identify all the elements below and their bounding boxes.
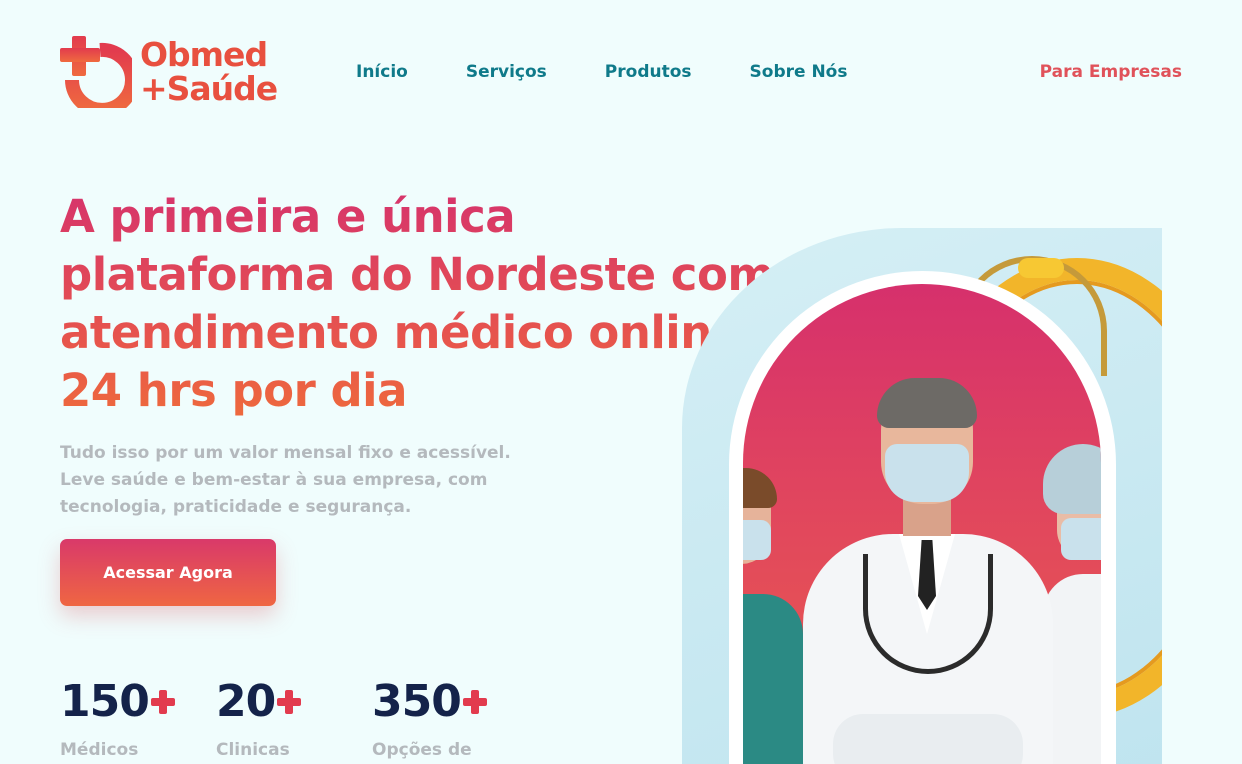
hero-subtitle: Tudo isso por um valor mensal fixo e ace… bbox=[60, 443, 511, 517]
stethoscope-earpiece bbox=[1018, 258, 1064, 278]
acessar-agora-button[interactable]: Acessar Agora bbox=[60, 539, 276, 606]
doctor-figure bbox=[803, 378, 1053, 764]
para-empresas-link[interactable]: Para Empresas bbox=[1040, 62, 1182, 82]
plus-icon bbox=[462, 690, 487, 714]
brand-name-line1: Obmed bbox=[140, 35, 268, 74]
stat-clinicas: 20 Clinicas bbox=[216, 676, 302, 760]
brand-logo[interactable]: Obmed +Saúde bbox=[60, 35, 278, 117]
stat-label: Opções de bbox=[372, 740, 472, 760]
nurse-left-figure bbox=[743, 468, 803, 764]
cross-logo-icon bbox=[60, 36, 139, 117]
stat-label: Clinicas bbox=[216, 740, 290, 760]
nav-item-sobre-nos[interactable]: Sobre Nós bbox=[750, 62, 848, 82]
stat-value: 150 bbox=[60, 676, 150, 727]
hero-title-line: A primeira e única bbox=[60, 190, 516, 243]
stat-label: Médicos bbox=[60, 740, 139, 760]
stat-value-wrap: 350 bbox=[372, 676, 487, 728]
brand-name: Obmed +Saúde bbox=[140, 35, 278, 108]
plus-icon bbox=[277, 690, 302, 714]
stat-value-wrap: 150 bbox=[60, 676, 175, 728]
doctors-photo bbox=[743, 284, 1101, 764]
stat-value-wrap: 20 bbox=[216, 676, 302, 728]
main-nav: Início Serviços Produtos Sobre Nós bbox=[356, 62, 905, 82]
brand-name-line2: +Saúde bbox=[140, 69, 278, 108]
nav-item-produtos[interactable]: Produtos bbox=[605, 62, 692, 82]
plus-icon bbox=[150, 690, 175, 714]
hero-title-line: atendimento médico online bbox=[60, 306, 742, 359]
hero-title-line: 24 hrs por dia bbox=[60, 364, 407, 417]
stat-medicos: 150 Médicos bbox=[60, 676, 175, 760]
stat-value: 20 bbox=[216, 676, 276, 727]
hero-title: A primeira e única plataforma do Nordest… bbox=[60, 188, 780, 420]
nav-item-inicio[interactable]: Início bbox=[356, 62, 408, 82]
hero-title-line: plataforma do Nordeste com bbox=[60, 248, 774, 301]
stat-opcoes: 350 Opções de bbox=[372, 676, 487, 760]
stat-value: 350 bbox=[372, 676, 462, 727]
nav-item-servicos[interactable]: Serviços bbox=[466, 62, 547, 82]
